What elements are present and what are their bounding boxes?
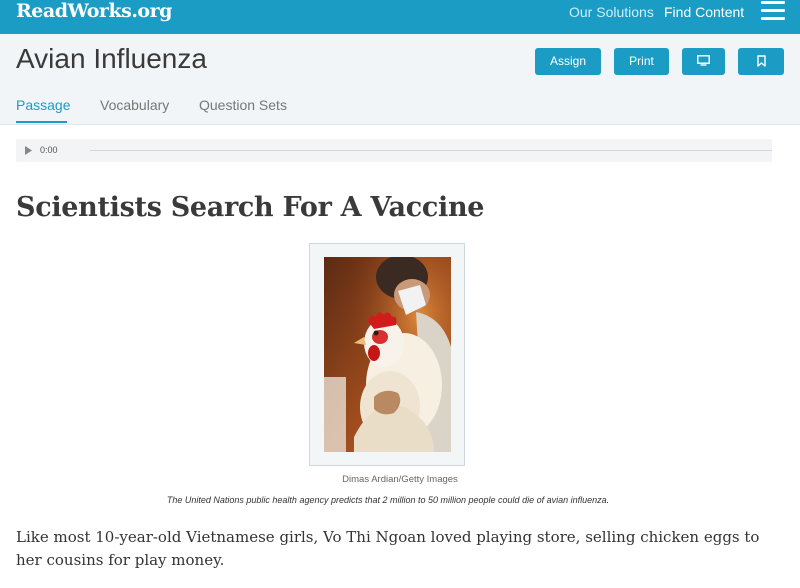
- top-navigation-bar: ReadWorks.org Our Solutions Find Content: [0, 0, 800, 34]
- audio-time: 0:00: [40, 145, 58, 155]
- bookmark-icon: [756, 55, 766, 67]
- article-figure: [309, 243, 465, 466]
- article-photo: [324, 257, 451, 452]
- passage-header: Avian Influenza Assign Print Passage Voc…: [0, 34, 800, 125]
- hamburger-menu-icon[interactable]: [761, 1, 785, 21]
- active-tab-indicator: [16, 121, 67, 123]
- logo-tld: .org: [131, 0, 172, 22]
- tab-vocabulary[interactable]: Vocabulary: [100, 97, 169, 113]
- page-title: Avian Influenza: [16, 43, 207, 74]
- audio-player: 0:00: [16, 139, 772, 162]
- print-button[interactable]: Print: [614, 48, 669, 75]
- tab-question-sets[interactable]: Question Sets: [199, 97, 287, 113]
- bookmark-button[interactable]: [738, 48, 784, 75]
- tab-passage[interactable]: Passage: [16, 97, 70, 113]
- play-icon[interactable]: [24, 145, 33, 156]
- image-credit: Dimas Ardian/Getty Images: [342, 474, 458, 485]
- nav-find-content[interactable]: Find Content: [664, 4, 744, 20]
- monitor-icon: [697, 55, 710, 67]
- article-title: Scientists Search For A Vaccine: [16, 192, 485, 223]
- readworks-logo[interactable]: ReadWorks.org: [16, 0, 172, 24]
- image-caption: The United Nations public health agency …: [166, 495, 610, 505]
- assign-button[interactable]: Assign: [535, 48, 601, 75]
- present-button[interactable]: [682, 48, 725, 75]
- logo-text: ReadWorks: [16, 0, 132, 22]
- article-body-paragraph: Like most 10-year-old Vietnamese girls, …: [16, 528, 760, 569]
- nav-our-solutions[interactable]: Our Solutions: [569, 4, 654, 20]
- audio-progress-track[interactable]: [90, 150, 772, 151]
